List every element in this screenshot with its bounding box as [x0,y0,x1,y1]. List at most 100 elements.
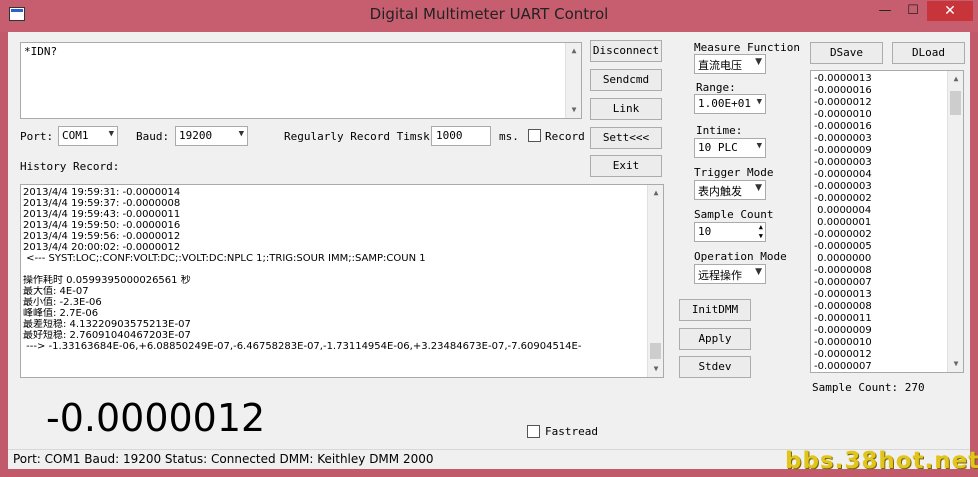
history-line: 2013/4/4 19:59:31: -0.0000014 [23,187,181,198]
operation-mode-value: 远程操作 [698,269,742,282]
list-item[interactable]: -0.0000010 [814,337,961,349]
history-log[interactable]: 2013/4/4 19:59:31: -0.0000014 2013/4/4 19… [20,184,664,378]
list-item[interactable]: -0.0000007 [814,361,961,372]
command-scrollbar[interactable]: ▲ ▼ [565,43,581,118]
disconnect-button[interactable]: Disconnect [590,40,662,62]
operation-mode-select[interactable]: 远程操作 ▼ [694,264,766,284]
sample-scrollbar[interactable]: ▲ ▼ [947,71,963,372]
sett-button[interactable]: Sett<<< [590,127,662,149]
chevron-down-icon: ▼ [755,267,762,277]
spin-down-icon[interactable]: ▼ [759,232,763,240]
timsk-input[interactable]: 1000 [431,126,491,146]
list-item[interactable]: -0.0000012 [814,349,961,361]
chevron-down-icon: ▼ [755,57,762,67]
history-scroll-thumb[interactable] [650,343,661,359]
measure-function-select[interactable]: 直流电压 ▼ [694,54,766,74]
timsk-unit: ms. [499,130,519,143]
sample-count-value: 10 [698,225,712,238]
exit-button[interactable]: Exit [590,155,662,177]
dload-button[interactable]: DLoad [892,42,965,64]
chevron-down-icon: ▼ [756,97,762,107]
main-panel: *IDN? ▲ ▼ Disconnect Sendcmd Link Sett<<… [8,32,970,449]
list-item[interactable]: -0.0000016 [814,85,961,97]
stdev-button[interactable]: Stdev [679,356,751,378]
list-item[interactable]: -0.0000002 [814,229,961,241]
list-item[interactable]: -0.0000003 [814,157,961,169]
list-item[interactable]: -0.0000009 [814,145,961,157]
list-item[interactable]: -0.0000010 [814,109,961,121]
history-line: 最差短稳: 4.13220903575213E-07 [23,319,191,330]
sample-count-caption: Sample Count: [812,381,899,394]
sample-list[interactable]: -0.0000013 -0.0000016 -0.0000012 -0.0000010… [810,70,964,373]
chevron-down-icon: ▼ [755,183,762,193]
baud-select[interactable]: 19200 ▼ [175,126,248,146]
list-item[interactable]: -0.0000003 [814,133,961,145]
record-checkbox[interactable] [528,129,541,142]
trigger-mode-select[interactable]: 表内触发 ▼ [694,180,766,200]
dsave-button[interactable]: DSave [810,42,883,64]
title-bar: Digital Multimeter UART Control — ☐ ✕ [0,0,978,32]
port-select[interactable]: COM1 ▼ [58,126,118,146]
scroll-up-icon[interactable]: ▲ [948,71,963,87]
link-button[interactable]: Link [590,98,662,120]
history-line: 最好短稳: 2.76091040467203E-07 [23,330,191,341]
list-item[interactable]: -0.0000016 [814,121,961,133]
initdmm-button[interactable]: InitDMM [679,299,751,321]
list-item[interactable]: -0.0000009 [814,325,961,337]
list-item[interactable]: 0.0000001 [814,217,961,229]
range-label: Range: [696,81,736,94]
list-item[interactable]: -0.0000007 [814,277,961,289]
scroll-up-icon[interactable]: ▲ [648,185,663,201]
list-item[interactable]: 0.0000000 [814,253,961,265]
history-line: 峰峰值: 2.7E-06 [23,308,99,319]
list-item[interactable]: -0.0000003 [814,181,961,193]
chevron-down-icon: ▼ [238,129,244,139]
sample-count-total-label: Sample Count: 270 [812,381,925,394]
range-select[interactable]: 1.00E+01 ▼ [694,94,766,114]
history-line: ---> -1.33163684E-06,+6.08850249E-07,-6.… [23,341,582,352]
sample-scroll-thumb[interactable] [950,91,961,115]
list-item[interactable]: -0.0000012 [814,97,961,109]
list-item[interactable]: -0.0000013 [814,289,961,301]
maximize-button[interactable]: ☐ [899,1,927,21]
command-text: *IDN? [24,45,58,58]
intime-value: 10 PLC [698,141,738,154]
history-line: 最小值: -2.3E-06 [23,297,102,308]
list-item[interactable]: -0.0000002 [814,193,961,205]
history-scrollbar[interactable]: ▲ ▼ [647,185,663,377]
chevron-down-icon: ▼ [756,141,762,151]
fastread-checkbox[interactable] [527,425,540,438]
history-line: 2013/4/4 19:59:50: -0.0000016 [23,220,181,231]
list-item[interactable]: -0.0000008 [814,265,961,277]
trigger-mode-value: 表内触发 [698,185,742,198]
history-lines: 2013/4/4 19:59:31: -0.0000014 2013/4/4 19… [21,185,645,352]
chevron-down-icon: ▼ [108,129,114,139]
list-item[interactable]: 0.0000004 [814,205,961,217]
baud-label: Baud: [136,130,170,143]
list-item[interactable]: -0.0000011 [814,313,961,325]
history-line: 最大值: 4E-07 [23,286,89,297]
sample-count-total: 270 [904,381,925,394]
list-item[interactable]: -0.0000005 [814,241,961,253]
command-textarea[interactable]: *IDN? ▲ ▼ [20,42,582,119]
list-item[interactable]: -0.0000013 [814,73,961,85]
close-button[interactable]: ✕ [927,1,973,21]
history-line: <--- SYST:LOC;:CONF:VOLT:DC;:VOLT:DC:NPL… [23,253,426,264]
history-line: 2013/4/4 20:00:02: -0.0000012 [23,242,181,253]
sendcmd-button[interactable]: Sendcmd [590,69,662,91]
history-line: 2013/4/4 19:59:56: -0.0000012 [23,231,181,242]
scroll-up-icon[interactable]: ▲ [566,43,582,59]
apply-button[interactable]: Apply [679,328,751,350]
list-item[interactable]: -0.0000008 [814,301,961,313]
spin-up-icon[interactable]: ▲ [759,223,763,231]
intime-select[interactable]: 10 PLC ▼ [694,138,766,158]
scroll-down-icon[interactable]: ▼ [948,356,963,372]
current-reading: -0.0000012 [46,396,266,440]
scroll-down-icon[interactable]: ▼ [648,361,663,377]
measure-function-label: Measure Function [694,41,800,54]
scroll-down-icon[interactable]: ▼ [566,102,582,118]
minimize-button[interactable]: — [871,1,899,21]
sample-count-stepper[interactable]: 10 ▲ ▼ [694,222,766,242]
history-line [23,264,643,275]
list-item[interactable]: -0.0000004 [814,169,961,181]
